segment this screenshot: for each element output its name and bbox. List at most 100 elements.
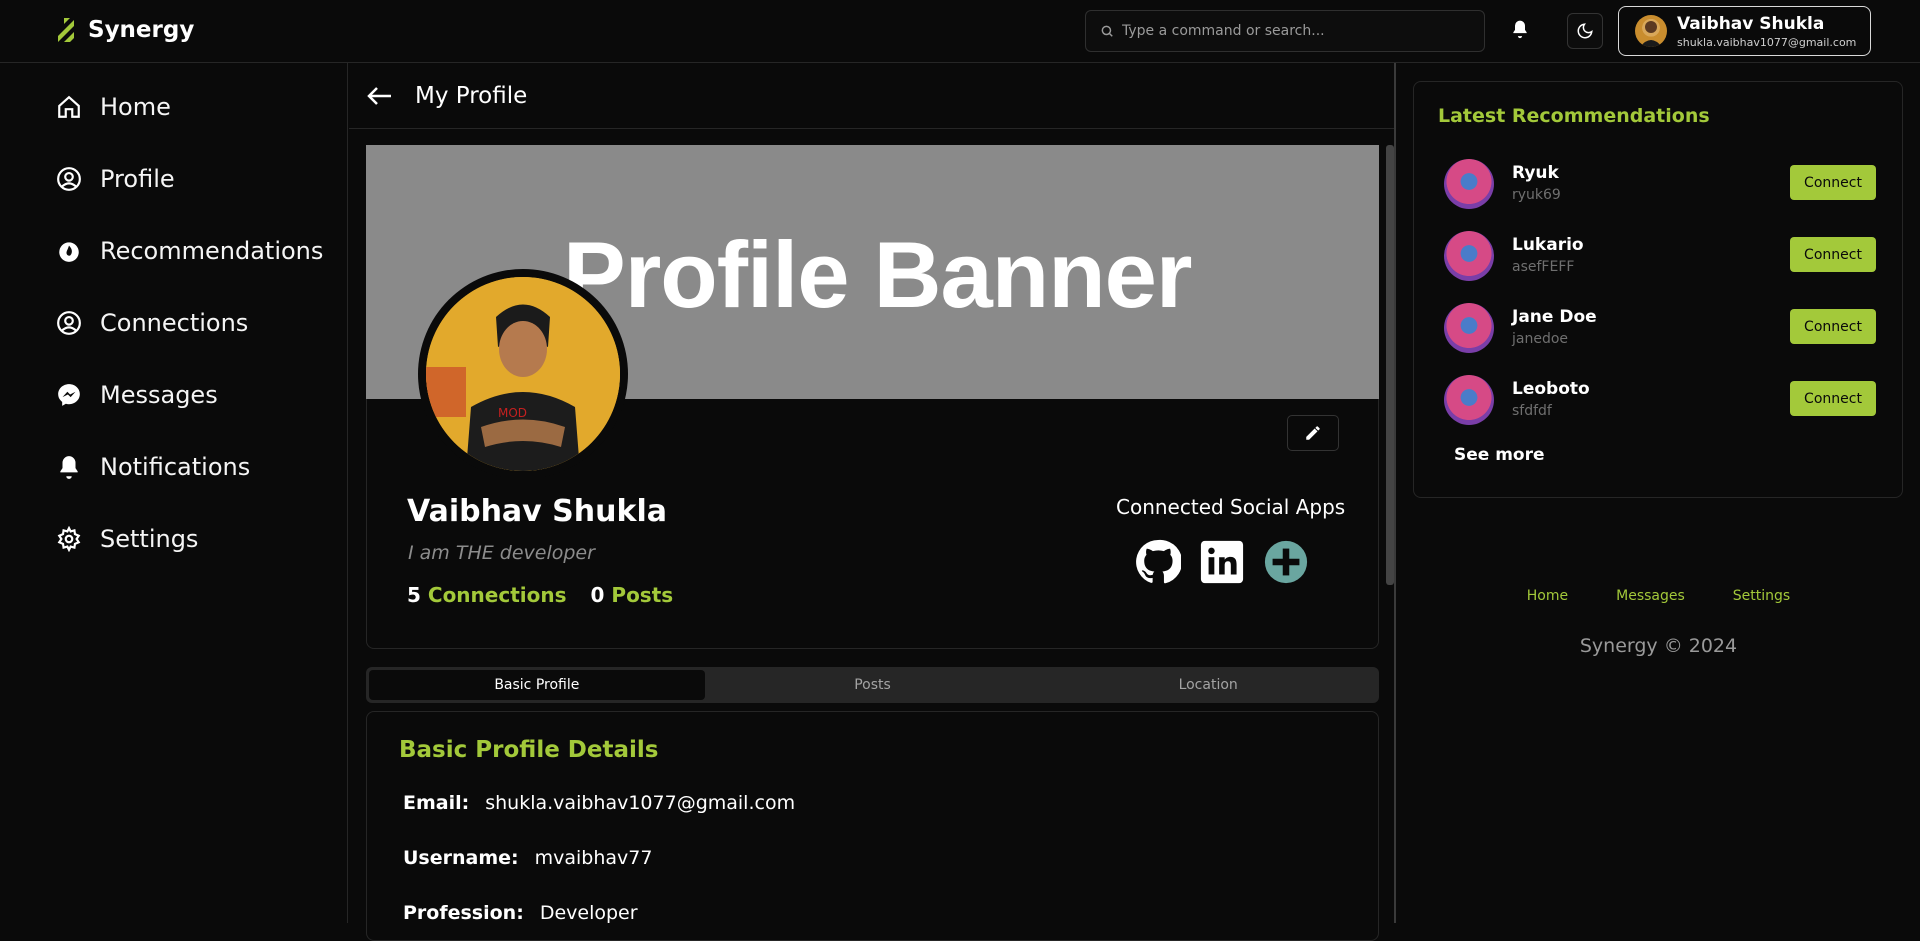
- sidebar-item-home[interactable]: Home: [56, 93, 171, 121]
- tab-location[interactable]: Location: [1040, 670, 1376, 700]
- sidebar-item-notifications[interactable]: Notifications: [56, 453, 250, 481]
- list-item: Jane Doe janedoe Connect: [1444, 303, 1876, 353]
- posts-stat[interactable]: 0 Posts: [591, 583, 674, 607]
- edit-profile-button[interactable]: [1287, 415, 1339, 451]
- profile-bio: I am THE developer: [408, 542, 595, 564]
- tab-posts[interactable]: Posts: [705, 670, 1041, 700]
- footer-link-messages[interactable]: Messages: [1616, 588, 1685, 604]
- top-bar: Synergy Vaibhav Shukla shukla.vaibhav107…: [0, 0, 1920, 63]
- sidebar-item-recommendations[interactable]: Recommendations: [56, 237, 323, 265]
- rec-username: sfdfdf: [1512, 403, 1552, 419]
- command-search[interactable]: [1085, 10, 1485, 52]
- svg-text:MOD: MOD: [498, 406, 527, 420]
- scrollbar-thumb[interactable]: [1386, 145, 1394, 585]
- moon-icon: [1577, 23, 1593, 39]
- sidebar-item-messages[interactable]: Messages: [56, 381, 218, 409]
- rec-name[interactable]: Ryuk: [1512, 163, 1559, 183]
- scrollbar[interactable]: [1386, 145, 1394, 915]
- gear-icon: [57, 526, 81, 552]
- detail-row-profession: Profession: Developer: [403, 902, 638, 924]
- footer-link-settings[interactable]: Settings: [1733, 588, 1790, 604]
- detail-value: shukla.vaibhav1077@gmail.com: [485, 792, 796, 814]
- rec-username: janedoe: [1512, 331, 1569, 347]
- profile-avatar: MOD: [418, 269, 628, 479]
- main-content: My Profile Profile Banner MOD Vaibhav Sh…: [349, 63, 1396, 941]
- profile-stats: 5 Connections 0 Posts: [407, 583, 673, 607]
- avatar[interactable]: [1444, 375, 1494, 425]
- recommendations-title: Latest Recommendations: [1438, 105, 1710, 127]
- add-icon[interactable]: [1263, 539, 1309, 585]
- social-apps-title: Connected Social Apps: [1116, 495, 1346, 519]
- sidebar: Home Profile Recommendations Connections…: [0, 63, 348, 923]
- sidebar-item-label: Notifications: [100, 453, 251, 481]
- posts-count: 0: [590, 583, 605, 607]
- profile-card: MOD Vaibhav Shukla I am THE developer 5 …: [366, 269, 1379, 649]
- pencil-icon: [1306, 426, 1320, 440]
- rec-name[interactable]: Lukario: [1512, 235, 1584, 255]
- user-menu[interactable]: Vaibhav Shukla shukla.vaibhav1077@gmail.…: [1618, 6, 1871, 56]
- see-more-link[interactable]: See more: [1454, 445, 1545, 465]
- rec-name[interactable]: Leoboto: [1512, 379, 1590, 399]
- sidebar-item-label: Connections: [100, 309, 249, 337]
- messenger-icon: [58, 384, 80, 406]
- app-name: Synergy: [88, 17, 195, 43]
- connect-button[interactable]: Connect: [1790, 237, 1876, 272]
- footer-link-home[interactable]: Home: [1527, 588, 1568, 604]
- brand[interactable]: Synergy: [48, 14, 194, 46]
- profile-tabs: Basic Profile Posts Location: [366, 667, 1379, 703]
- avatar[interactable]: [1444, 159, 1494, 209]
- bell-icon: [60, 456, 78, 479]
- detail-key: Email:: [403, 792, 470, 814]
- connect-button[interactable]: Connect: [1790, 165, 1876, 200]
- search-input[interactable]: [1122, 23, 1462, 39]
- sidebar-item-label: Settings: [100, 525, 199, 553]
- detail-row-email: Email: shukla.vaibhav1077@gmail.com: [403, 792, 795, 814]
- user-circle-icon: [57, 311, 81, 335]
- synergy-logo-icon: [54, 18, 74, 42]
- connections-label: Connections: [427, 583, 567, 607]
- sidebar-item-profile[interactable]: Profile: [56, 165, 175, 193]
- linkedin-icon[interactable]: [1199, 539, 1245, 585]
- sidebar-item-settings[interactable]: Settings: [56, 525, 198, 553]
- right-panel: Latest Recommendations Ryuk ryuk69 Conne…: [1397, 63, 1920, 923]
- tab-basic-profile[interactable]: Basic Profile: [369, 670, 705, 700]
- recommendations-card: Latest Recommendations Ryuk ryuk69 Conne…: [1413, 81, 1903, 498]
- flame-icon: [59, 242, 79, 262]
- connections-stat[interactable]: 5 Connections: [407, 583, 567, 607]
- page-title: My Profile: [415, 82, 528, 109]
- sidebar-item-connections[interactable]: Connections: [56, 309, 248, 337]
- detail-value: mvaibhav77: [534, 847, 653, 869]
- page-header: My Profile: [349, 63, 1394, 129]
- sidebar-item-label: Profile: [100, 165, 175, 193]
- banner-text: Profile Banner: [563, 222, 1192, 327]
- back-arrow-icon[interactable]: [367, 86, 393, 106]
- sidebar-item-label: Recommendations: [100, 237, 324, 265]
- social-apps: [1135, 539, 1309, 585]
- theme-toggle-button[interactable]: [1567, 13, 1603, 49]
- profile-photo: MOD: [426, 277, 620, 471]
- connect-button[interactable]: Connect: [1790, 309, 1876, 344]
- notifications-bell-icon[interactable]: [1510, 18, 1530, 40]
- rec-username: asefFEFF: [1512, 259, 1575, 275]
- profile-name: Vaibhav Shukla: [407, 494, 667, 529]
- list-item: Leoboto sfdfdf Connect: [1444, 375, 1876, 425]
- rec-username: ryuk69: [1512, 187, 1561, 203]
- copyright: Synergy © 2024: [1579, 635, 1738, 657]
- footer-links: Home Messages Settings: [1397, 588, 1920, 604]
- github-icon[interactable]: [1135, 539, 1181, 585]
- user-name: Vaibhav Shukla: [1677, 13, 1825, 34]
- details-title: Basic Profile Details: [399, 737, 659, 763]
- detail-key: Username:: [403, 847, 519, 869]
- list-item: Ryuk ryuk69 Connect: [1444, 159, 1876, 209]
- avatar[interactable]: [1444, 231, 1494, 281]
- user-circle-icon: [57, 167, 81, 191]
- detail-value: Developer: [539, 902, 638, 924]
- sidebar-item-label: Messages: [100, 381, 218, 409]
- sidebar-item-label: Home: [100, 93, 171, 121]
- rec-name[interactable]: Jane Doe: [1512, 307, 1597, 327]
- connections-count: 5: [407, 583, 421, 607]
- connect-button[interactable]: Connect: [1790, 381, 1876, 416]
- detail-row-username: Username: mvaibhav77: [403, 847, 652, 869]
- avatar[interactable]: [1444, 303, 1494, 353]
- list-item: Lukario asefFEFF Connect: [1444, 231, 1876, 281]
